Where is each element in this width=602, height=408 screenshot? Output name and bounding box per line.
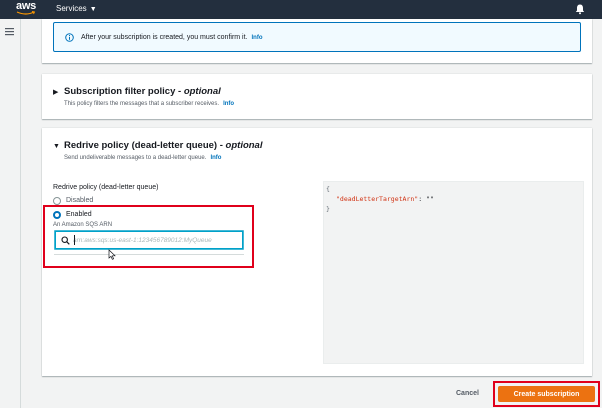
redrive-field-label: Redrive policy (dead-letter queue) [53, 184, 159, 191]
redrive-policy-title[interactable]: Redrive policy (dead-letter queue) - opt… [64, 140, 263, 152]
subscription-filter-optional: optional [183, 86, 221, 97]
radio-disabled[interactable] [53, 197, 61, 205]
dropdown-bottom-edge [54, 251, 244, 255]
mouse-pointer-icon [108, 249, 116, 260]
json-colon: : [418, 195, 423, 203]
alert-text: After your subscription is created, you … [81, 34, 248, 41]
subscription-filter-description-text: This policy filters the messages that a … [64, 101, 220, 107]
radio-disabled-label[interactable]: Disabled [66, 196, 93, 205]
subscription-filter-info-link[interactable]: Info [223, 101, 234, 107]
top-navigation-bar: aws Services ▼ [0, 0, 602, 19]
caret-right-icon[interactable]: ▶ [53, 89, 58, 97]
left-rail [0, 19, 21, 408]
services-label: Services [56, 4, 87, 13]
radio-enabled[interactable] [53, 211, 61, 219]
subscription-filter-description: This policy filters the messages that a … [64, 100, 234, 108]
search-icon [61, 236, 70, 245]
redrive-policy-description: Send undeliverable messages to a dead-le… [64, 154, 221, 162]
create-subscription-button[interactable]: Create subscription [498, 386, 595, 402]
json-open-brace: { [326, 185, 330, 193]
subscription-filter-title[interactable]: Subscription filter policy - optional [64, 86, 221, 98]
radio-enabled-label[interactable]: Enabled [66, 210, 92, 219]
redrive-policy-title-text: Redrive policy (dead-letter queue) - [64, 140, 226, 151]
sqs-arn-input[interactable] [73, 234, 241, 246]
redrive-policy-description-text: Send undeliverable messages to a dead-le… [64, 155, 207, 161]
bell-icon[interactable] [574, 3, 586, 15]
aws-smile-icon [16, 11, 36, 15]
services-menu[interactable]: Services ▼ [56, 3, 97, 16]
sqs-arn-search-field[interactable] [54, 230, 244, 250]
hamburger-icon[interactable] [5, 27, 14, 36]
alert-message: After your subscription is created, you … [81, 33, 263, 43]
radio-enabled-description: An Amazon SQS ARN [53, 222, 113, 228]
info-alert: After your subscription is created, you … [53, 22, 581, 52]
subscription-filter-title-text: Subscription filter policy - [64, 86, 184, 97]
json-line: "deadLetterTargetArn": "" [336, 195, 434, 204]
json-preview-panel: { "deadLetterTargetArn": "" } [323, 181, 584, 364]
alert-info-link[interactable]: Info [252, 35, 263, 41]
text-caret [74, 235, 75, 245]
info-circle-icon [65, 33, 74, 42]
json-close-brace: } [326, 205, 330, 213]
json-key: "deadLetterTargetArn" [336, 195, 419, 203]
caret-down-icon[interactable]: ▼ [53, 143, 60, 151]
redrive-policy-optional: optional [225, 140, 263, 151]
redrive-policy-info-link[interactable]: Info [210, 155, 221, 161]
cancel-button[interactable]: Cancel [456, 389, 479, 399]
json-value: "" [426, 195, 434, 203]
caret-down-icon: ▼ [89, 6, 97, 13]
